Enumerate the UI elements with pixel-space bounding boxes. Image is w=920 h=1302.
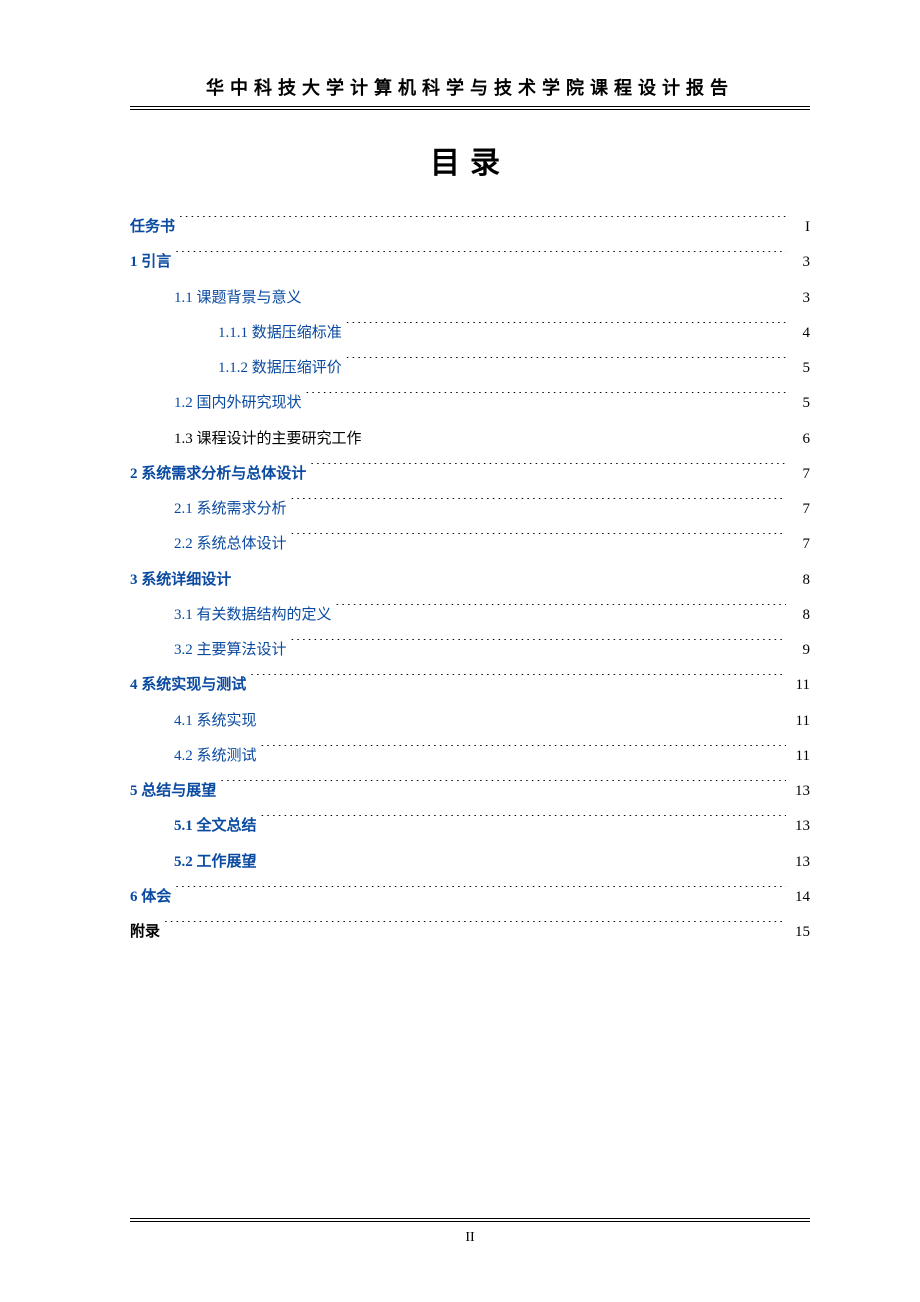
toc-leader-dots xyxy=(291,533,786,548)
toc-entry-page: 14 xyxy=(790,880,810,915)
toc-list: 任务书I1 引言31.1 课题背景与意义31.1.1 数据压缩标准41.1.2 … xyxy=(130,210,810,950)
header-rule xyxy=(130,106,810,110)
toc-entry[interactable]: 1.1 课题背景与意义 3 xyxy=(130,281,810,316)
toc-entry[interactable]: 2.1 系统需求分析 7 xyxy=(130,492,810,527)
page-footer: II xyxy=(0,1218,920,1246)
toc-entry-label: 3.2 主要算法设计 xyxy=(174,633,287,668)
toc-entry[interactable]: 4 系统实现与测试 11 xyxy=(130,668,810,703)
toc-entry[interactable]: 4.1 系统实现 11 xyxy=(130,704,810,739)
toc-entry[interactable]: 2.2 系统总体设计 7 xyxy=(130,527,810,562)
toc-entry-page: 13 xyxy=(790,845,810,880)
toc-entry-page: I xyxy=(790,210,810,245)
toc-entry-label: 4.2 系统测试 xyxy=(174,739,257,774)
toc-leader-dots xyxy=(336,604,786,619)
toc-entry-label: 1.1.1 数据压缩标准 xyxy=(218,316,342,351)
toc-entry-label: 3 系统详细设计 xyxy=(130,563,231,598)
toc-leader-dots xyxy=(291,498,786,513)
toc-entry-label: 附录 xyxy=(130,915,160,950)
toc-leader-dots xyxy=(366,428,786,443)
toc-entry-label: 2.2 系统总体设计 xyxy=(174,527,287,562)
toc-leader-dots xyxy=(346,322,786,337)
toc-leader-dots xyxy=(310,463,786,478)
toc-entry-page: 5 xyxy=(790,386,810,421)
toc-leader-dots xyxy=(306,287,786,302)
footer-rule xyxy=(130,1218,810,1222)
toc-entry-label: 1.3 课程设计的主要研究工作 xyxy=(174,422,362,457)
toc-entry[interactable]: 附录 15 xyxy=(130,915,810,950)
toc-entry-page: 13 xyxy=(790,774,810,809)
toc-entry-label: 6 体会 xyxy=(130,880,171,915)
toc-leader-dots xyxy=(179,216,786,231)
toc-entry-page: 11 xyxy=(790,739,810,774)
toc-entry[interactable]: 1.1.2 数据压缩评价 5 xyxy=(130,351,810,386)
toc-entry-page: 3 xyxy=(790,245,810,280)
toc-entry-label: 4.1 系统实现 xyxy=(174,704,257,739)
toc-entry[interactable]: 3.2 主要算法设计 9 xyxy=(130,633,810,668)
toc-leader-dots xyxy=(235,569,786,584)
toc-entry-page: 7 xyxy=(790,492,810,527)
toc-entry-label: 5.1 全文总结 xyxy=(174,809,257,844)
toc-entry[interactable]: 3 系统详细设计 8 xyxy=(130,563,810,598)
toc-entry-label: 2 系统需求分析与总体设计 xyxy=(130,457,306,492)
toc-entry-label: 5 总结与展望 xyxy=(130,774,216,809)
page-header: 华中科技大学计算机科学与技术学院课程设计报告 xyxy=(130,74,810,110)
toc-entry-page: 3 xyxy=(790,281,810,316)
toc-leader-dots xyxy=(261,851,786,866)
toc-entry-label: 1.1.2 数据压缩评价 xyxy=(218,351,342,386)
toc-entry[interactable]: 6 体会 14 xyxy=(130,880,810,915)
toc-entry-label: 1 引言 xyxy=(130,245,171,280)
toc-entry-page: 15 xyxy=(790,915,810,950)
toc-entry[interactable]: 1.3 课程设计的主要研究工作 6 xyxy=(130,422,810,457)
page-body: 华中科技大学计算机科学与技术学院课程设计报告 目录 任务书I1 引言31.1 课… xyxy=(0,0,920,950)
toc-entry-label: 3.1 有关数据结构的定义 xyxy=(174,598,332,633)
toc-leader-dots xyxy=(261,745,786,760)
toc-entry-label: 1.1 课题背景与意义 xyxy=(174,281,302,316)
toc-leader-dots xyxy=(164,921,786,936)
header-title: 华中科技大学计算机科学与技术学院课程设计报告 xyxy=(130,74,810,104)
toc-entry-page: 13 xyxy=(790,809,810,844)
toc-entry-page: 7 xyxy=(790,457,810,492)
toc-entry[interactable]: 5.1 全文总结 13 xyxy=(130,809,810,844)
toc-leader-dots xyxy=(261,815,786,830)
toc-entry-page: 4 xyxy=(790,316,810,351)
page-number: II xyxy=(465,1230,474,1245)
toc-entry-page: 11 xyxy=(790,704,810,739)
toc-leader-dots xyxy=(175,886,786,901)
toc-entry[interactable]: 4.2 系统测试 11 xyxy=(130,739,810,774)
toc-entry-page: 6 xyxy=(790,422,810,457)
toc-entry[interactable]: 2 系统需求分析与总体设计 7 xyxy=(130,457,810,492)
toc-leader-dots xyxy=(220,780,786,795)
toc-entry-label: 任务书 xyxy=(130,210,175,245)
toc-entry-page: 9 xyxy=(790,633,810,668)
toc-entry[interactable]: 1 引言 3 xyxy=(130,245,810,280)
toc-entry-page: 8 xyxy=(790,598,810,633)
toc-leader-dots xyxy=(250,674,786,689)
toc-heading: 目录 xyxy=(130,138,810,182)
toc-entry-label: 5.2 工作展望 xyxy=(174,845,257,880)
toc-entry-page: 7 xyxy=(790,527,810,562)
toc-entry[interactable]: 任务书 I xyxy=(130,210,810,245)
toc-leader-dots xyxy=(175,251,786,266)
toc-entry[interactable]: 1.2 国内外研究现状 5 xyxy=(130,386,810,421)
toc-entry-page: 5 xyxy=(790,351,810,386)
toc-entry[interactable]: 5.2 工作展望 13 xyxy=(130,845,810,880)
toc-entry-label: 2.1 系统需求分析 xyxy=(174,492,287,527)
toc-entry[interactable]: 5 总结与展望 13 xyxy=(130,774,810,809)
toc-leader-dots xyxy=(261,710,786,725)
toc-leader-dots xyxy=(306,392,786,407)
toc-leader-dots xyxy=(346,357,786,372)
toc-entry[interactable]: 1.1.1 数据压缩标准 4 xyxy=(130,316,810,351)
toc-leader-dots xyxy=(291,639,786,654)
toc-entry-label: 4 系统实现与测试 xyxy=(130,668,246,703)
toc-entry[interactable]: 3.1 有关数据结构的定义 8 xyxy=(130,598,810,633)
toc-entry-page: 8 xyxy=(790,563,810,598)
toc-entry-page: 11 xyxy=(790,668,810,703)
toc-entry-label: 1.2 国内外研究现状 xyxy=(174,386,302,421)
